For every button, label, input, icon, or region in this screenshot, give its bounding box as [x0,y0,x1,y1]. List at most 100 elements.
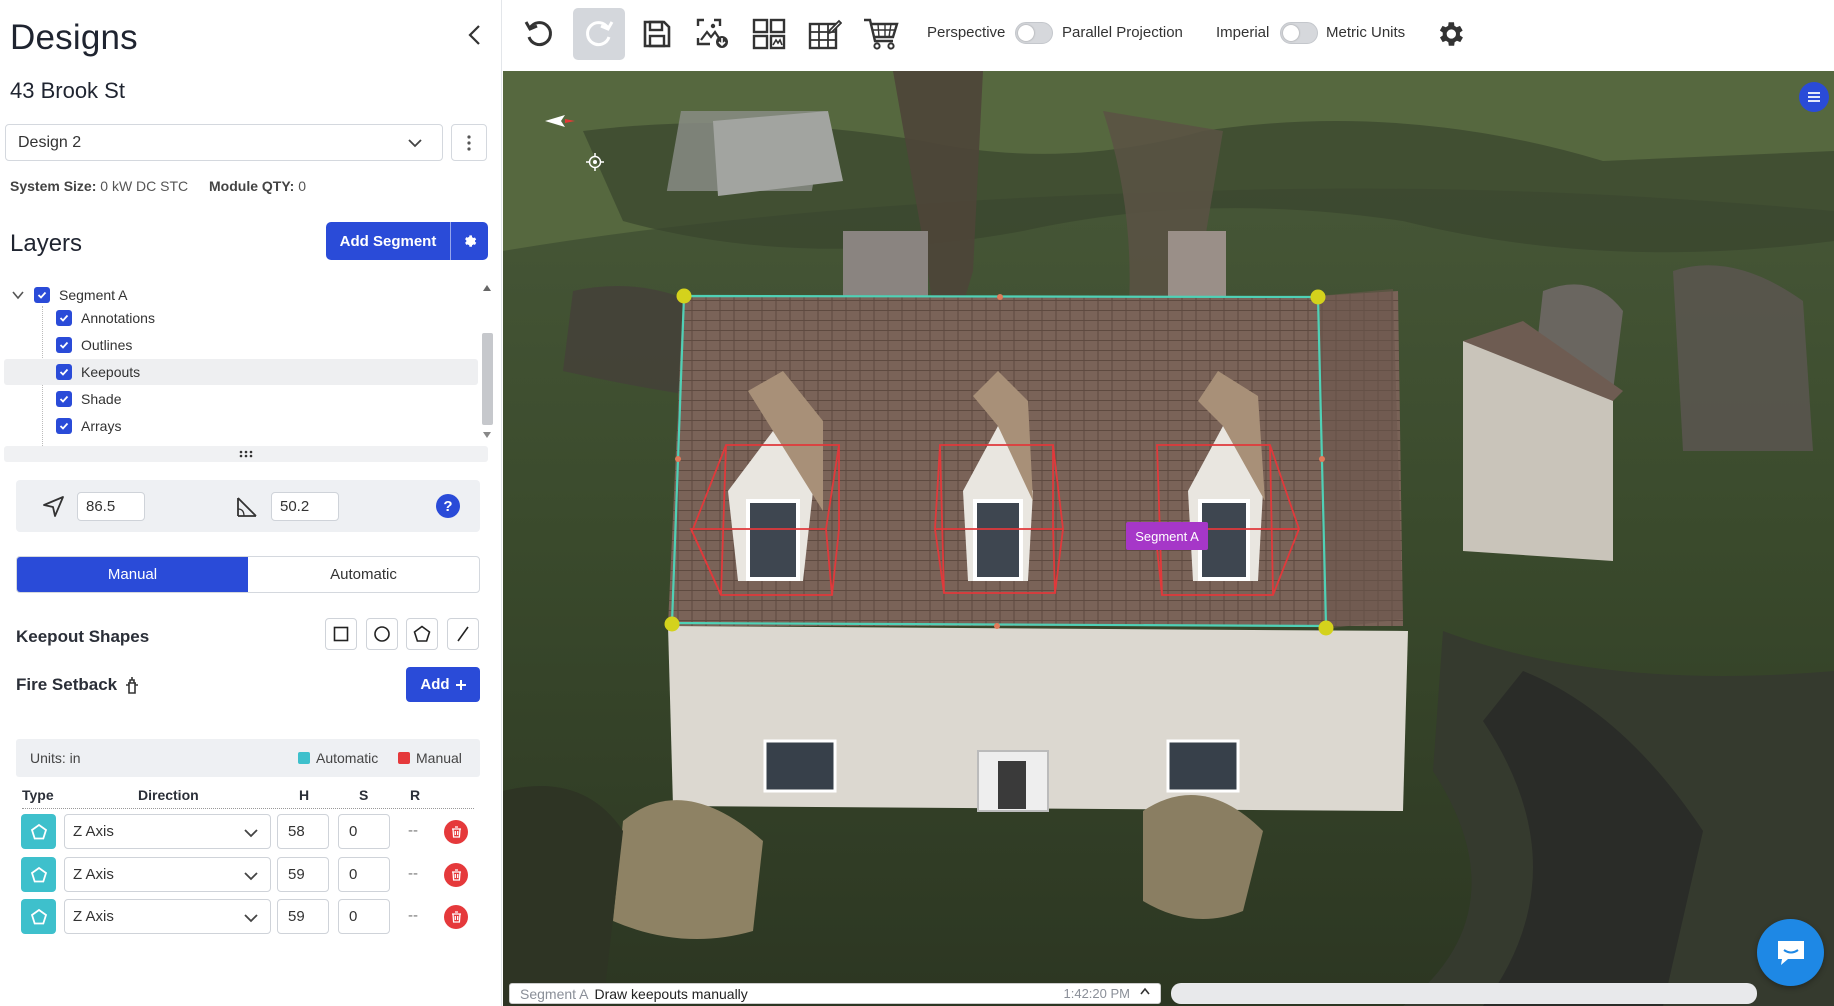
scroll-up-icon[interactable] [482,284,492,292]
design-select-value: Design 2 [18,133,82,151]
panel-resize-handle[interactable] [4,446,488,462]
status-segment: Segment A [520,985,589,1002]
layer-tree-scrollbar[interactable] [478,278,496,443]
imperial-label: Imperial [1216,24,1270,41]
midpoint-handle[interactable] [997,294,1003,300]
pentagon-icon [30,908,47,924]
top-toolbar: Perspective Parallel Projection Imperial… [503,0,1834,71]
tree-item-annotations[interactable]: Annotations [4,305,478,331]
delete-row-button[interactable] [444,905,468,929]
check-icon [59,422,69,430]
help-button[interactable]: ? [436,494,460,518]
chevron-up-icon[interactable] [1140,987,1150,995]
midpoint-handle[interactable] [675,456,681,462]
layers-title: Layers [10,230,83,257]
segment-settings-button[interactable] [450,222,488,260]
line-shape-button[interactable] [447,618,479,650]
azimuth-input[interactable]: 86.5 [77,492,145,521]
segment-label[interactable]: Segment A [1126,522,1208,550]
direction-select[interactable]: Z Axis [64,899,271,934]
polygon-type-button[interactable] [21,857,56,892]
layout-button[interactable] [743,8,795,60]
toggle-knob [1018,25,1034,41]
vertex-handle[interactable] [1310,289,1326,305]
square-shape-button[interactable] [325,618,357,650]
cart-button[interactable] [855,8,907,60]
vertex-handle[interactable] [676,288,692,304]
3d-viewport[interactable]: Segment A Segment A Draw keepouts manual… [503,71,1834,1006]
trash-icon [451,826,461,838]
chevron-down-icon [244,914,258,923]
shade-checkbox[interactable] [56,391,72,407]
tree-item-arrays[interactable]: Arrays [4,413,478,439]
system-size: System Size: 0 kW DC STC [10,178,189,194]
h-input[interactable]: 59 [277,857,329,892]
scrollbar-thumb[interactable] [482,333,493,425]
polygon-type-button[interactable] [21,899,56,934]
units-toggle[interactable] [1280,22,1318,44]
projection-toggle[interactable] [1015,22,1053,44]
outlines-checkbox[interactable] [56,337,72,353]
add-fire-setback-button[interactable]: Add [406,667,480,702]
legend-automatic: Automatic [298,750,378,766]
direction-select[interactable]: Z Axis [64,814,271,849]
edit-table-button[interactable] [799,8,851,60]
direction-select[interactable]: Z Axis [64,857,271,892]
tree-item-shade[interactable]: Shade [4,386,478,412]
check-icon [59,314,69,322]
settings-button[interactable] [1424,8,1476,60]
locate-icon[interactable] [586,153,604,171]
add-label: Add [420,676,450,693]
circle-shape-button[interactable] [366,618,398,650]
chat-button[interactable] [1757,919,1824,986]
tree-item-outlines[interactable]: Outlines [4,332,478,358]
annotations-checkbox[interactable] [56,310,72,326]
segment-a-checkbox[interactable] [34,287,50,303]
design-more-button[interactable] [451,124,487,161]
chevron-down-icon [244,829,258,838]
r-value: -- [408,865,418,882]
vertex-handle[interactable] [664,616,680,632]
automatic-tab[interactable]: Automatic [248,557,479,592]
vertex-handle[interactable] [1318,620,1334,636]
s-input[interactable]: 0 [338,814,390,849]
project-address: 43 Brook St [10,78,125,103]
collapse-sidebar-button[interactable] [460,20,488,50]
delete-row-button[interactable] [444,820,468,844]
save-button[interactable] [631,8,683,60]
scroll-down-icon[interactable] [482,431,492,439]
pitch-icon [237,497,257,517]
chevron-down-icon[interactable] [12,290,24,300]
polygon-shape-button[interactable] [406,618,438,650]
azimuth-icon [43,496,64,517]
chevron-down-icon [244,872,258,881]
polygon-type-button[interactable] [21,814,56,849]
midpoint-handle[interactable] [994,623,1000,629]
compass-icon[interactable] [543,113,577,129]
add-segment-button[interactable]: Add Segment [326,222,488,260]
square-icon [333,626,349,642]
tree-item-label: Keepouts [81,364,141,380]
s-input[interactable]: 0 [338,899,390,934]
parallel-projection-label: Parallel Projection [1062,24,1183,41]
s-input[interactable]: 0 [338,857,390,892]
undo-button[interactable] [513,8,565,60]
check-icon [59,368,69,376]
midpoint-handle[interactable] [1319,456,1325,462]
h-input[interactable]: 58 [277,814,329,849]
keepouts-checkbox[interactable] [56,364,72,380]
viewport-menu-button[interactable] [1799,82,1829,112]
redo-icon [586,21,614,47]
check-icon [59,395,69,403]
arrays-checkbox[interactable] [56,418,72,434]
direction-value: Z Axis [73,866,114,883]
manual-tab[interactable]: Manual [17,557,248,592]
pitch-input[interactable]: 50.2 [271,492,339,521]
design-select[interactable]: Design 2 [5,124,443,161]
redo-button[interactable] [573,8,625,60]
tree-item-keepouts[interactable]: Keepouts [4,359,478,385]
export-image-button[interactable] [687,8,739,60]
h-input[interactable]: 59 [277,899,329,934]
col-h: H [299,787,310,803]
delete-row-button[interactable] [444,863,468,887]
